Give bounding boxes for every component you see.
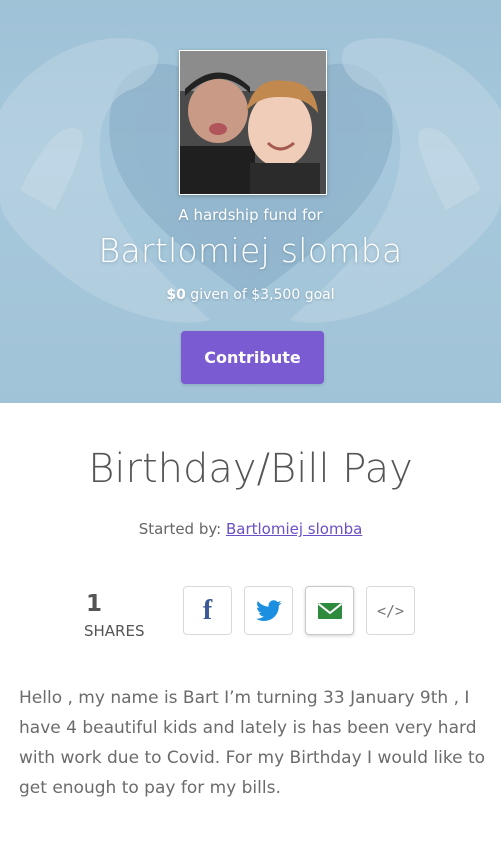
campaign-title: Birthday/Bill Pay xyxy=(88,446,413,492)
started-by: Started by: Bartlomiej slomba xyxy=(0,520,501,538)
started-by-label: Started by: xyxy=(138,520,226,538)
hero-subtitle: A hardship fund for xyxy=(178,206,323,224)
given-amount: $0 xyxy=(166,287,186,303)
campaign-story: Hello , my name is Bart I’m turning 33 J… xyxy=(19,688,486,798)
goal-progress-text: $0 given of $3,500 goal xyxy=(0,287,501,303)
organizer-link[interactable]: Bartlomiej slomba xyxy=(226,520,362,538)
embed-code-icon: </> xyxy=(376,601,405,620)
embed-share-button[interactable]: </> xyxy=(366,586,415,635)
twitter-icon xyxy=(255,599,282,621)
twitter-share-button[interactable] xyxy=(244,586,293,635)
hero-banner: A hardship fund for Bartlomiej slomba $0… xyxy=(0,0,501,403)
beneficiary-name: Bartlomiej slomba xyxy=(98,231,403,270)
beneficiary-photo xyxy=(179,50,327,195)
facebook-share-button[interactable]: f xyxy=(183,586,232,635)
email-icon xyxy=(317,602,342,619)
facebook-icon: f xyxy=(202,594,213,626)
shares-count: 1 xyxy=(86,591,103,617)
shares-label: SHARES xyxy=(84,622,145,640)
goal-text: given of $3,500 goal xyxy=(185,287,335,303)
contribute-button[interactable]: Contribute xyxy=(181,331,324,384)
email-share-button[interactable] xyxy=(305,586,354,635)
photo-image xyxy=(180,51,326,194)
